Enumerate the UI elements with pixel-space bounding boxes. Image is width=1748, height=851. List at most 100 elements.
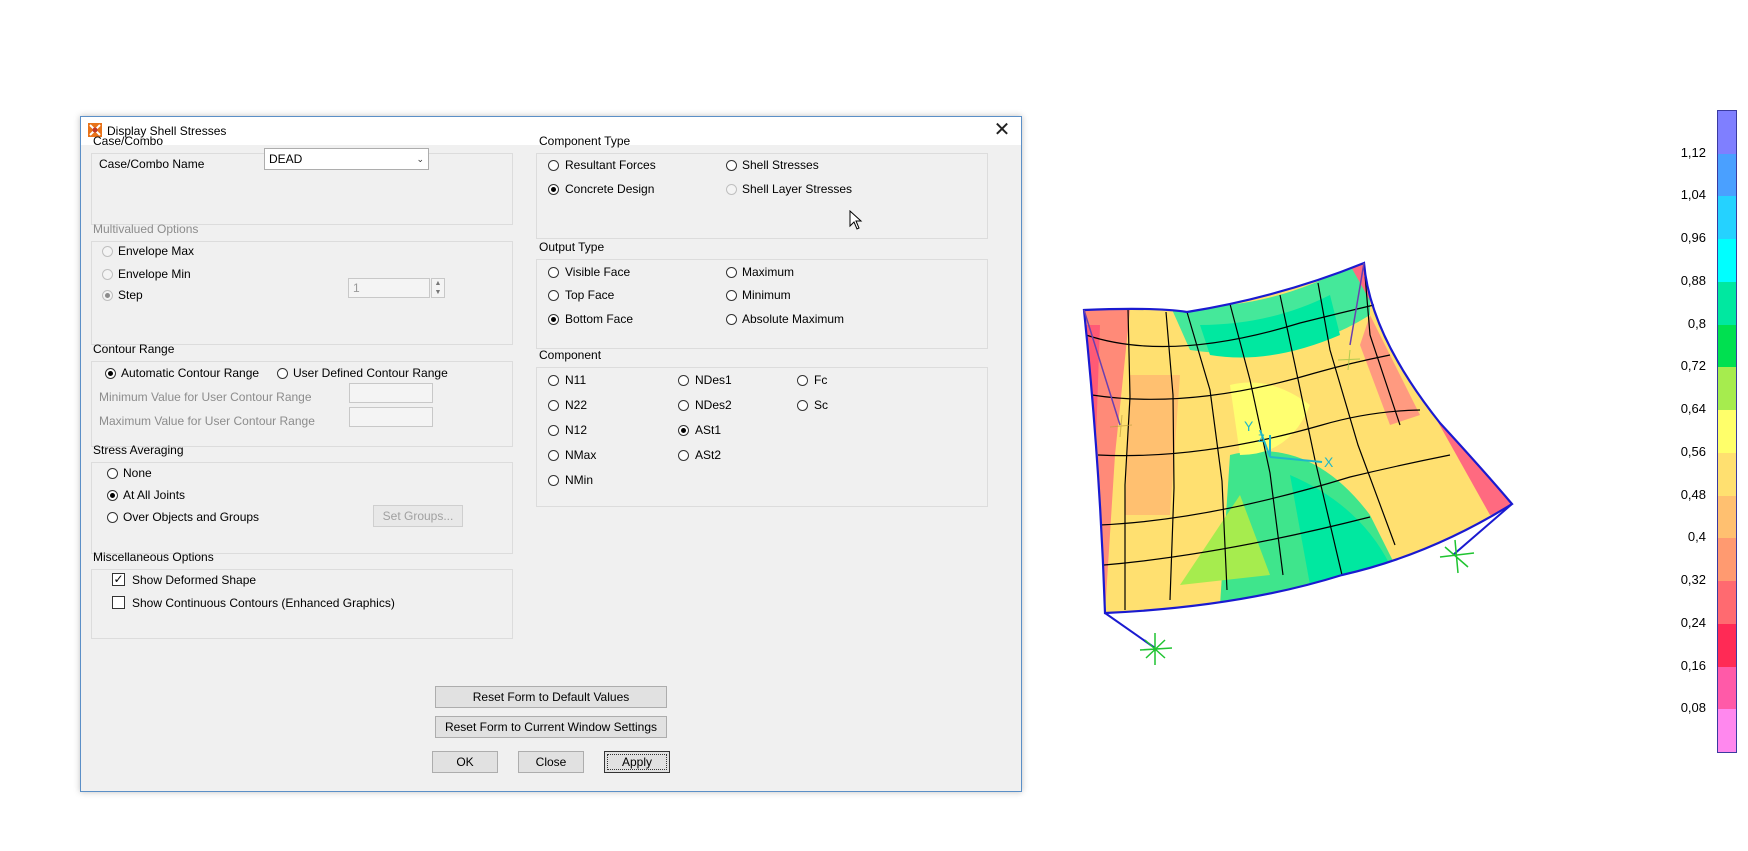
- apply-button[interactable]: Apply: [604, 751, 670, 773]
- envelope-max-label: Envelope Max: [118, 244, 195, 258]
- legend-swatch: [1718, 581, 1736, 625]
- show-continuous-checkbox[interactable]: [112, 596, 125, 609]
- minimum-label: Minimum: [742, 288, 791, 302]
- averaging-over-objects-label: Over Objects and Groups: [123, 510, 260, 524]
- visible-face-radio[interactable]: [548, 267, 559, 278]
- n22-radio[interactable]: [548, 400, 559, 411]
- top-face-label: Top Face: [565, 288, 615, 302]
- step-radio[interactable]: [102, 290, 113, 301]
- envelope-min-radio[interactable]: [102, 269, 113, 280]
- n22-label: N22: [565, 398, 588, 412]
- reset-current-button[interactable]: Reset Form to Current Window Settings: [435, 716, 667, 738]
- sc-label: Sc: [814, 398, 829, 412]
- component-group: [536, 367, 988, 507]
- shell-layer-stresses-label: Shell Layer Stresses: [742, 182, 853, 196]
- nmin-radio[interactable]: [548, 475, 559, 486]
- legend-label: 0,16: [1680, 657, 1706, 673]
- concrete-design-radio[interactable]: [548, 184, 559, 195]
- stress-averaging-title: Stress Averaging: [93, 443, 184, 457]
- minimum-radio[interactable]: [726, 290, 737, 301]
- ast1-label: ASt1: [695, 423, 722, 437]
- concrete-design-label: Concrete Design: [565, 182, 655, 196]
- shell-layer-stresses-radio[interactable]: [726, 184, 737, 195]
- contour-color-legend: 1,12 1,04 0,96 0,88 0,8 0,72 0,64 0,56 0,48 0,4 0,…: [1680, 110, 1740, 755]
- axis-z-label: Z: [1258, 433, 1265, 445]
- absolute-maximum-radio[interactable]: [726, 314, 737, 325]
- reset-default-button[interactable]: Reset Form to Default Values: [435, 686, 667, 708]
- max-contour-field[interactable]: [349, 407, 433, 427]
- user-defined-contour-label: User Defined Contour Range: [293, 366, 448, 380]
- step-value-field[interactable]: 1: [348, 278, 430, 298]
- spin-down-icon[interactable]: ▼: [432, 288, 444, 297]
- legend-label: 1,04: [1680, 187, 1706, 203]
- resultant-forces-label: Resultant Forces: [565, 158, 656, 172]
- nmin-label: NMin: [565, 473, 594, 487]
- ok-button[interactable]: OK: [432, 751, 498, 773]
- maximum-radio[interactable]: [726, 267, 737, 278]
- automatic-contour-radio[interactable]: [105, 368, 116, 379]
- legend-label: 1,12: [1680, 144, 1706, 160]
- bottom-face-radio[interactable]: [548, 314, 559, 325]
- case-combo-name-select[interactable]: DEAD ⌄: [264, 148, 429, 170]
- n12-radio[interactable]: [548, 425, 559, 436]
- axis-x-label: X: [1324, 454, 1334, 470]
- min-contour-label: Minimum Value for User Contour Range: [99, 390, 312, 404]
- axis-y-label: Y: [1244, 418, 1254, 434]
- step-label: Step: [118, 288, 143, 302]
- close-icon[interactable]: ✕: [991, 119, 1013, 141]
- shell-stresses-radio[interactable]: [726, 160, 737, 171]
- legend-swatch: [1718, 623, 1736, 668]
- envelope-min-label: Envelope Min: [118, 267, 191, 281]
- ndes1-radio[interactable]: [678, 375, 689, 386]
- shell-model-view[interactable]: X Y Z: [1070, 255, 1520, 685]
- step-spinner[interactable]: ▲ ▼: [431, 278, 445, 298]
- spin-up-icon[interactable]: ▲: [432, 279, 444, 288]
- support-icon-left: [1139, 633, 1173, 665]
- show-deformed-checkbox[interactable]: ✓: [112, 573, 125, 586]
- averaging-over-objects-radio[interactable]: [107, 512, 118, 523]
- close-button[interactable]: Close: [518, 751, 584, 773]
- legend-swatch: [1718, 367, 1736, 411]
- legend-swatch: [1718, 538, 1736, 582]
- averaging-all-joints-radio[interactable]: [107, 490, 118, 501]
- legend-swatch: [1718, 153, 1736, 197]
- user-defined-contour-radio[interactable]: [277, 368, 288, 379]
- stress-contour-fill: [1084, 263, 1512, 613]
- envelope-max-radio[interactable]: [102, 246, 113, 257]
- nmax-label: NMax: [565, 448, 597, 462]
- visible-face-label: Visible Face: [565, 265, 631, 279]
- legend-label: 0,08: [1680, 700, 1706, 716]
- n12-label: N12: [565, 423, 588, 437]
- averaging-none-radio[interactable]: [107, 468, 118, 479]
- top-face-radio[interactable]: [548, 290, 559, 301]
- sc-radio[interactable]: [797, 400, 808, 411]
- legend-swatch: [1718, 495, 1736, 539]
- ndes2-radio[interactable]: [678, 400, 689, 411]
- set-groups-button[interactable]: Set Groups...: [373, 505, 463, 527]
- legend-label: 0,88: [1680, 272, 1706, 288]
- ast2-label: ASt2: [695, 448, 722, 462]
- legend-label: 0,72: [1680, 358, 1706, 374]
- nmax-radio[interactable]: [548, 450, 559, 461]
- shell-stresses-label: Shell Stresses: [742, 158, 819, 172]
- min-contour-field[interactable]: [349, 383, 433, 403]
- case-combo-name-label: Case/Combo Name: [99, 157, 205, 171]
- legend-color-bar: [1717, 110, 1737, 753]
- n11-radio[interactable]: [548, 375, 559, 386]
- ast1-radio[interactable]: [678, 425, 689, 436]
- resultant-forces-radio[interactable]: [548, 160, 559, 171]
- multivalued-options-title: Multivalued Options: [93, 222, 199, 236]
- legend-label: 0,64: [1680, 401, 1706, 417]
- legend-label: 0,96: [1680, 230, 1706, 246]
- fc-radio[interactable]: [797, 375, 808, 386]
- legend-swatch: [1718, 709, 1736, 752]
- maximum-label: Maximum: [742, 265, 795, 279]
- max-contour-label: Maximum Value for User Contour Range: [99, 414, 315, 428]
- case-combo-selected-value: DEAD: [269, 152, 303, 166]
- show-deformed-label: Show Deformed Shape: [132, 573, 257, 587]
- component-type-title: Component Type: [539, 134, 631, 148]
- mouse-cursor-icon: [849, 210, 863, 230]
- fc-label: Fc: [814, 373, 828, 387]
- legend-label: 0,32: [1680, 572, 1706, 588]
- ast2-radio[interactable]: [678, 450, 689, 461]
